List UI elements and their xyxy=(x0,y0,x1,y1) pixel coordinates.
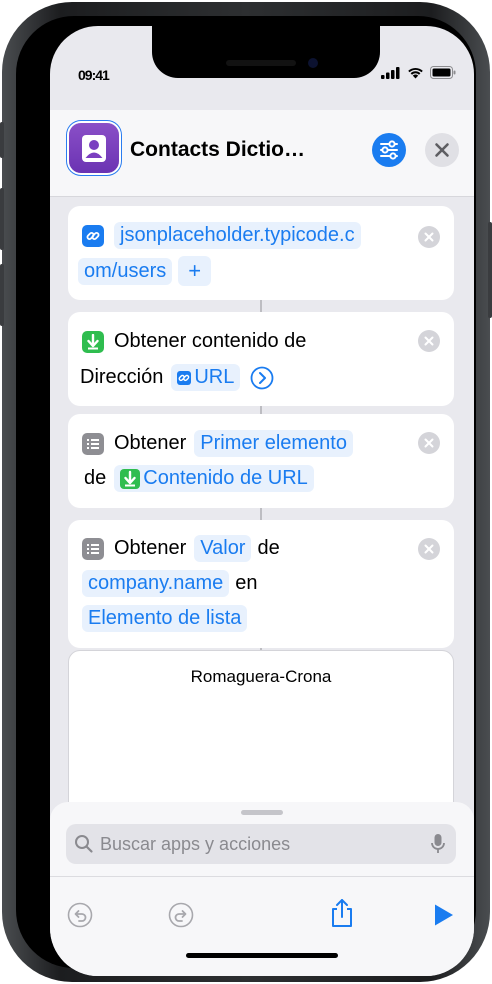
action-connector xyxy=(260,300,262,312)
url-line-1: jsonplaceholder.typicode.c xyxy=(82,222,367,249)
link-icon xyxy=(82,224,104,247)
result-output: Romaguera-Crona xyxy=(68,650,454,820)
close-icon xyxy=(424,336,434,346)
get-item-line-2: de Contenido de URL xyxy=(84,465,320,492)
battery-icon xyxy=(430,66,456,79)
phone-frame: 09:41 Contacts Dictio… jsonplaceholder.t… xyxy=(0,2,492,982)
close-icon xyxy=(435,143,449,157)
front-camera xyxy=(308,58,318,68)
add-variable-button[interactable]: + xyxy=(178,256,212,286)
result-text: Romaguera-Crona xyxy=(190,667,332,686)
remove-action-button[interactable] xyxy=(418,432,440,454)
close-icon xyxy=(424,438,434,448)
close-icon xyxy=(424,232,434,242)
remove-action-button[interactable] xyxy=(418,330,440,352)
microphone-icon[interactable] xyxy=(430,833,446,855)
action-connector xyxy=(260,508,262,520)
sheet-grabber[interactable] xyxy=(241,810,283,815)
undo-icon[interactable] xyxy=(67,902,93,928)
close-icon xyxy=(424,544,434,554)
phone-bezel: 09:41 Contacts Dictio… jsonplaceholder.t… xyxy=(16,16,476,976)
url-text-chip-continued[interactable]: om/users xyxy=(78,257,173,285)
list-item-variable-chip[interactable]: Elemento de lista xyxy=(82,605,248,632)
shortcut-title[interactable]: Contacts Dictio… xyxy=(130,138,305,162)
side-button xyxy=(488,222,492,318)
contact-person-icon xyxy=(82,135,106,162)
get-value-line-1: Obtener Valor de xyxy=(82,535,280,562)
value-chip[interactable]: Valor xyxy=(194,535,252,562)
cellular-signal-icon xyxy=(381,66,400,79)
get-value-line-3: Elemento de lista xyxy=(82,605,253,632)
volume-down-button xyxy=(0,264,4,326)
action-search-sheet: Buscar apps y acciones xyxy=(50,802,474,976)
action-get-item-from-list[interactable]: Obtener Primer elemento de Contenido de … xyxy=(68,414,454,508)
url-contents-variable-chip[interactable]: Contenido de URL xyxy=(114,465,314,492)
get-item-label: Obtener xyxy=(114,432,187,454)
search-placeholder: Buscar apps y acciones xyxy=(100,834,291,854)
home-indicator xyxy=(186,953,338,958)
status-icons xyxy=(381,66,456,79)
search-icon xyxy=(75,835,93,853)
download-arrow-icon xyxy=(82,330,104,353)
shortcut-icon[interactable] xyxy=(69,123,119,173)
settings-button[interactable] xyxy=(372,133,406,167)
speaker xyxy=(226,60,296,66)
get-value-line-2: company.name en xyxy=(82,570,258,597)
editor-header: Contacts Dictio… xyxy=(50,110,474,197)
share-icon[interactable] xyxy=(329,898,355,928)
url-text-chip[interactable]: jsonplaceholder.typicode.c xyxy=(114,222,361,249)
list-icon xyxy=(82,432,104,455)
first-item-chip[interactable]: Primer elemento xyxy=(194,430,353,457)
url-variable-label: URL xyxy=(194,366,235,388)
of-label: de xyxy=(257,537,280,559)
screen: 09:41 Contacts Dictio… jsonplaceholder.t… xyxy=(50,26,474,976)
volume-up-button xyxy=(0,188,4,250)
remove-action-button[interactable] xyxy=(418,538,440,560)
url-contents-label: Contenido de URL xyxy=(143,467,308,489)
get-contents-line-2: Dirección URL xyxy=(80,364,274,391)
url-line-2: om/users + xyxy=(78,256,217,286)
status-time: 09:41 xyxy=(78,67,110,83)
redo-icon[interactable] xyxy=(168,902,194,928)
remove-action-button[interactable] xyxy=(418,226,440,248)
close-button[interactable] xyxy=(425,133,459,167)
from-label: de xyxy=(84,467,107,489)
sliders-icon xyxy=(380,140,398,160)
get-contents-line-1: Obtener contenido de xyxy=(82,330,306,353)
notch xyxy=(152,26,380,78)
search-field[interactable]: Buscar apps y acciones xyxy=(66,824,456,864)
key-chip[interactable]: company.name xyxy=(82,570,230,597)
url-variable-chip[interactable]: URL xyxy=(171,364,241,391)
action-url[interactable]: jsonplaceholder.typicode.c om/users + xyxy=(68,206,454,300)
link-icon xyxy=(177,370,192,385)
action-get-contents-of-url[interactable]: Obtener contenido de Dirección URL xyxy=(68,312,454,406)
list-icon xyxy=(82,537,104,560)
address-label: Dirección xyxy=(80,366,164,388)
mute-switch xyxy=(0,122,4,158)
toolbar-divider xyxy=(50,876,474,877)
get-item-line-1: Obtener Primer elemento xyxy=(82,430,359,457)
wifi-icon xyxy=(408,67,423,79)
chevron-right-circle-icon[interactable] xyxy=(250,366,274,390)
in-label: en xyxy=(235,572,258,594)
get-contents-label: Obtener contenido de xyxy=(114,330,307,352)
play-icon[interactable] xyxy=(433,903,455,927)
download-arrow-icon xyxy=(120,468,141,489)
get-value-label: Obtener xyxy=(114,537,187,559)
action-get-dictionary-value[interactable]: Obtener Valor de company.name en Element… xyxy=(68,520,454,648)
